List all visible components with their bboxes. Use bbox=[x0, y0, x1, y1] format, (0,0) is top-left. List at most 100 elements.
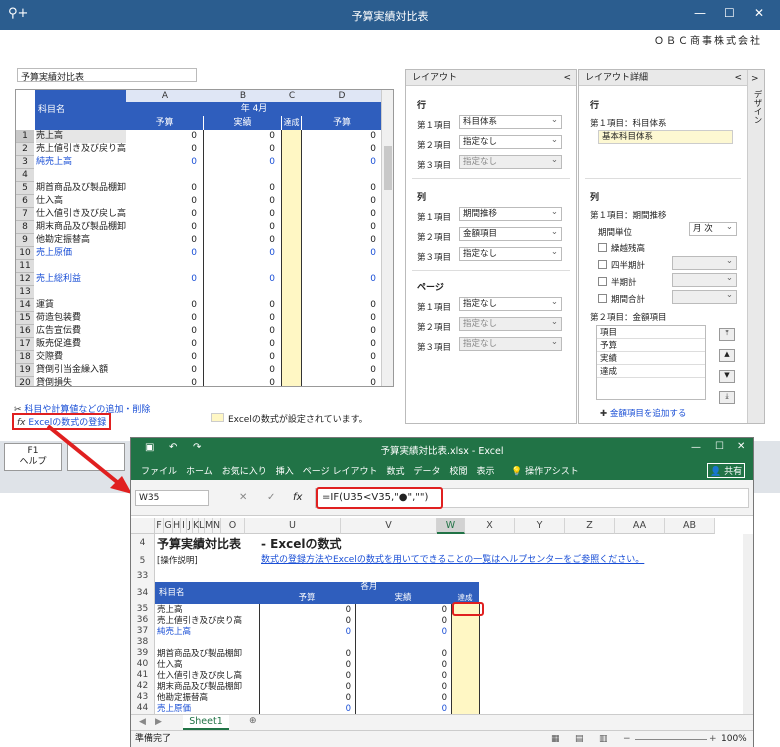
account-name-cell[interactable]: 期末商品及び製品棚卸 bbox=[36, 221, 126, 234]
budget-cell-2[interactable]: 0 bbox=[302, 273, 382, 286]
excel-account-cell[interactable]: 仕入値引き及び戻し高 bbox=[157, 671, 242, 681]
achieve-cell[interactable] bbox=[282, 377, 302, 386]
achieve-cell[interactable] bbox=[282, 195, 302, 208]
actual-cell[interactable]: 0 bbox=[204, 325, 282, 338]
excel-budget-cell[interactable]: 0 bbox=[259, 704, 351, 714]
row-number[interactable]: 7 bbox=[16, 208, 34, 221]
excel-row-number[interactable]: 35 bbox=[131, 604, 155, 615]
collapse-detail-icon[interactable]: < bbox=[734, 70, 742, 86]
excel-row-number[interactable]: 39 bbox=[131, 648, 155, 659]
page-layout-icon[interactable]: ▤ bbox=[575, 731, 584, 747]
page-item2-select[interactable]: 指定なし bbox=[459, 316, 562, 331]
row-number[interactable]: 20 bbox=[16, 377, 34, 386]
budget-cell-2[interactable]: 0 bbox=[302, 325, 382, 338]
excel-row-number[interactable]: 41 bbox=[131, 670, 155, 681]
half-select[interactable] bbox=[672, 272, 737, 287]
list-item[interactable]: 達成 bbox=[597, 365, 705, 378]
row-number[interactable]: 13 bbox=[16, 286, 34, 299]
row-number[interactable]: 18 bbox=[16, 351, 34, 364]
account-name-cell[interactable]: 貸倒引当金繰入額 bbox=[36, 364, 126, 377]
column-header[interactable]: AB bbox=[665, 518, 715, 534]
scroll-thumb[interactable] bbox=[384, 146, 392, 190]
achieve-cell[interactable] bbox=[282, 182, 302, 195]
half-checkbox[interactable] bbox=[598, 277, 607, 286]
ribbon-tab[interactable]: データ bbox=[413, 464, 440, 477]
row-number[interactable]: 2 bbox=[16, 143, 34, 156]
actual-cell[interactable]: 0 bbox=[204, 130, 282, 143]
tell-me[interactable]: 💡 操作アシスト bbox=[511, 464, 579, 477]
ribbon-tab[interactable]: ホーム bbox=[186, 464, 213, 477]
col-item1-select[interactable]: 期間推移 bbox=[459, 206, 562, 221]
account-name-cell[interactable] bbox=[36, 260, 126, 273]
column-header[interactable]: M bbox=[205, 518, 213, 534]
excel-row-number[interactable]: 42 bbox=[131, 681, 155, 692]
ribbon-tab[interactable]: ページ レイアウト bbox=[303, 464, 378, 477]
budget-cell-2[interactable]: 0 bbox=[302, 364, 382, 377]
excel-row-number[interactable]: 37 bbox=[131, 626, 155, 637]
row-number[interactable]: 11 bbox=[16, 260, 34, 273]
column-header[interactable]: Y bbox=[515, 518, 565, 534]
move-top-icon[interactable]: ⤒ bbox=[719, 328, 735, 341]
excel-account-cell[interactable]: 売上値引き及び戻り高 bbox=[157, 616, 242, 626]
expand-design-icon[interactable]: > bbox=[751, 74, 759, 84]
budget-cell-2[interactable]: 0 bbox=[302, 195, 382, 208]
row-system-field[interactable]: 基本科目体系 bbox=[598, 130, 733, 144]
next-sheet-icon[interactable]: ▶ bbox=[155, 717, 162, 727]
row-number[interactable]: 5 bbox=[16, 182, 34, 195]
achieve-cell[interactable] bbox=[282, 247, 302, 260]
actual-cell[interactable] bbox=[204, 286, 282, 299]
excel-row-number[interactable]: 40 bbox=[131, 659, 155, 670]
budget-cell[interactable]: 0 bbox=[126, 221, 204, 234]
close-icon[interactable]: ✕ bbox=[737, 441, 745, 452]
budget-cell[interactable]: 0 bbox=[126, 299, 204, 312]
column-header[interactable]: U bbox=[245, 518, 341, 534]
budget-cell-2[interactable]: 0 bbox=[302, 299, 382, 312]
achieve-cell[interactable] bbox=[282, 299, 302, 312]
account-name-cell[interactable]: 売上値引き及び戻り高 bbox=[36, 143, 126, 156]
row-number[interactable]: 14 bbox=[16, 299, 34, 312]
budget-cell-2[interactable]: 0 bbox=[302, 221, 382, 234]
account-name-cell[interactable]: 交際費 bbox=[36, 351, 126, 364]
budget-cell-2[interactable] bbox=[302, 286, 382, 299]
formula-input[interactable]: =IF(U35<V35,"●","") bbox=[316, 487, 443, 509]
budget-cell[interactable]: 0 bbox=[126, 234, 204, 247]
budget-cell[interactable]: 0 bbox=[126, 273, 204, 286]
excel-row-number[interactable]: 43 bbox=[131, 692, 155, 703]
zoom-in-icon[interactable]: + bbox=[709, 731, 717, 747]
row-number[interactable]: 12 bbox=[16, 273, 34, 286]
select-all-corner[interactable] bbox=[131, 518, 155, 534]
row-number[interactable]: 8 bbox=[16, 221, 34, 234]
excel-actual-cell[interactable]: 0 bbox=[355, 616, 447, 626]
excel-budget-cell[interactable]: 0 bbox=[259, 616, 351, 626]
cancel-icon[interactable]: ✕ bbox=[239, 492, 247, 503]
design-tab[interactable]: > デザイン bbox=[747, 70, 764, 423]
achieve-cell[interactable] bbox=[282, 273, 302, 286]
fx-icon[interactable]: fx bbox=[293, 492, 302, 503]
account-name-cell[interactable]: 売上原価 bbox=[36, 247, 126, 260]
account-name-cell[interactable]: 運賃 bbox=[36, 299, 126, 312]
achieve-cell[interactable] bbox=[282, 208, 302, 221]
excel-budget-cell[interactable]: 0 bbox=[259, 671, 351, 681]
actual-cell[interactable]: 0 bbox=[204, 364, 282, 377]
row-number[interactable]: 10 bbox=[16, 247, 34, 260]
excel-actual-cell[interactable]: 0 bbox=[355, 627, 447, 637]
actual-cell[interactable]: 0 bbox=[204, 234, 282, 247]
column-header[interactable]: O bbox=[221, 518, 245, 534]
row-item1-select[interactable]: 科目体系 bbox=[459, 114, 562, 129]
col-item2-select[interactable]: 金額項目 bbox=[459, 226, 562, 241]
row-number[interactable]: 15 bbox=[16, 312, 34, 325]
achieve-cell[interactable] bbox=[282, 351, 302, 364]
actual-cell[interactable]: 0 bbox=[204, 247, 282, 260]
row-number[interactable]: 3 bbox=[16, 156, 34, 169]
budget-cell[interactable]: 0 bbox=[126, 377, 204, 386]
row-number[interactable]: 6 bbox=[16, 195, 34, 208]
budget-cell-2[interactable]: 0 bbox=[302, 247, 382, 260]
share-button[interactable]: 👤 共有 bbox=[707, 463, 746, 478]
move-up-icon[interactable]: ▲ bbox=[719, 349, 735, 362]
account-name-cell[interactable]: 期首商品及び製品棚卸 bbox=[36, 182, 126, 195]
move-bottom-icon[interactable]: ⤓ bbox=[719, 391, 735, 404]
excel-actual-cell[interactable]: 0 bbox=[355, 660, 447, 670]
actual-cell[interactable]: 0 bbox=[204, 377, 282, 386]
zoom-slider[interactable] bbox=[635, 739, 707, 740]
move-down-icon[interactable]: ▼ bbox=[719, 370, 735, 383]
